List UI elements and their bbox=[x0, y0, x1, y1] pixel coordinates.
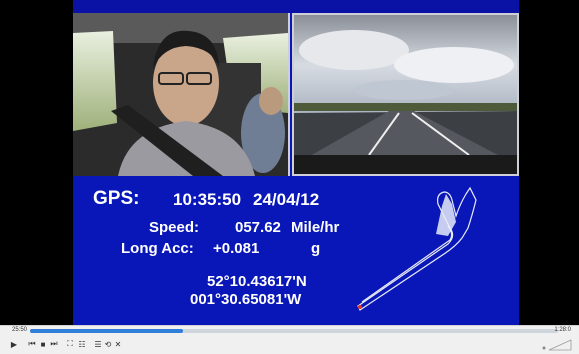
speed-value: 057.62 bbox=[235, 219, 281, 236]
extended-settings-button[interactable]: ☷ bbox=[76, 337, 88, 351]
elapsed-time: 25:50 bbox=[12, 327, 28, 333]
seek-bar[interactable] bbox=[30, 329, 558, 333]
gps-label: GPS: bbox=[93, 188, 140, 209]
stop-button[interactable]: ■ bbox=[38, 337, 48, 351]
fullscreen-icon: ⛶ bbox=[67, 339, 73, 348]
road-camera-view bbox=[292, 13, 519, 176]
player-controls: 25:50 1:28:0 ▶ ⏮ ■ ⏭ ⛶ ☷ ☰ ⟲ ✕ bbox=[0, 325, 579, 354]
speed-label: Speed: bbox=[149, 219, 200, 236]
prev-icon: ⏮ bbox=[28, 339, 36, 348]
playlist-icon: ☰ bbox=[94, 339, 102, 349]
driver-camera-view bbox=[73, 13, 290, 176]
gps-time: 10:35:50 bbox=[173, 190, 242, 209]
video-area[interactable]: GPS: 10:35:50 24/04/12 Speed: 057.62 Mil… bbox=[0, 0, 579, 325]
total-time: 1:28:0 bbox=[554, 327, 571, 333]
play-button[interactable]: ▶ bbox=[8, 337, 20, 351]
track-map bbox=[357, 186, 477, 311]
stop-icon: ■ bbox=[40, 339, 46, 349]
longitude: 001°30.65081'W bbox=[190, 291, 302, 308]
loop-icon: ⟲ bbox=[104, 339, 112, 349]
fullscreen-button[interactable]: ⛶ bbox=[64, 337, 76, 351]
speed-unit: Mile/hr bbox=[291, 219, 340, 236]
extended-settings-icon: ☷ bbox=[78, 339, 86, 349]
previous-button[interactable]: ⏮ bbox=[26, 337, 38, 351]
volume-slider[interactable] bbox=[541, 336, 573, 352]
next-icon: ⏭ bbox=[50, 339, 58, 348]
gps-date: 24/04/12 bbox=[253, 190, 320, 209]
gps-data-panel: GPS: 10:35:50 24/04/12 Speed: 057.62 Mil… bbox=[73, 176, 519, 325]
next-button[interactable]: ⏭ bbox=[48, 337, 60, 351]
shuffle-icon: ✕ bbox=[114, 339, 122, 349]
latitude: 52°10.43617'N bbox=[207, 273, 307, 290]
video-frame: GPS: 10:35:50 24/04/12 Speed: 057.62 Mil… bbox=[73, 0, 519, 325]
long-acc-value: +0.081 bbox=[213, 240, 260, 257]
play-icon: ▶ bbox=[10, 339, 18, 349]
long-acc-unit: g bbox=[311, 240, 321, 257]
frame-top-bar bbox=[73, 0, 519, 13]
volume-icon bbox=[542, 346, 546, 350]
shuffle-button[interactable]: ✕ bbox=[112, 337, 124, 351]
seek-progress bbox=[30, 329, 184, 333]
long-acc-label: Long Acc: bbox=[121, 240, 194, 257]
